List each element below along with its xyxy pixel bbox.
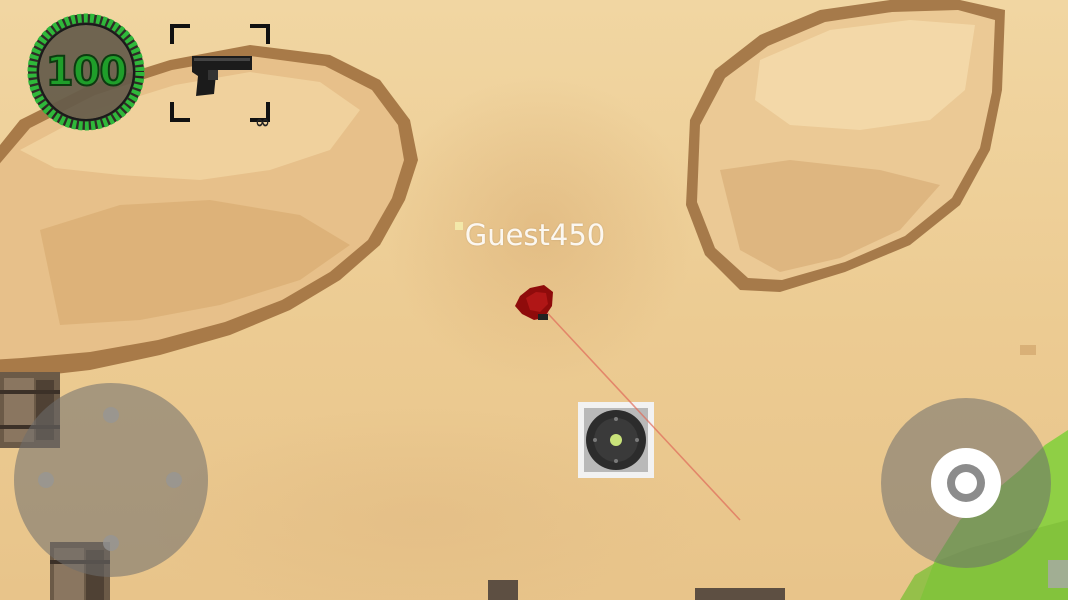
rock-right	[686, 0, 1005, 292]
joystick-left-dot	[38, 472, 54, 488]
joystick-up-dot	[103, 407, 119, 423]
joystick-down-dot	[103, 535, 119, 551]
landmine-pickup	[578, 402, 654, 478]
crate-bottom-mid	[488, 580, 785, 600]
health-value: 100	[45, 48, 129, 96]
player-name-tag: Guest450	[464, 218, 606, 252]
fire-button-icon[interactable]	[931, 448, 1001, 518]
pistol-icon	[192, 56, 252, 96]
move-joystick[interactable]	[14, 383, 208, 577]
health-meter: 100	[22, 8, 150, 136]
game-viewport[interactable]: Guest450 100 ∞	[0, 0, 1068, 600]
aim-laser	[539, 304, 741, 521]
weapon-slot[interactable]	[170, 24, 270, 122]
ammo-infinity-count: ∞	[255, 112, 270, 133]
joystick-right-dot	[166, 472, 182, 488]
player-character	[515, 285, 553, 320]
aim-fire-joystick[interactable]	[881, 398, 1051, 568]
